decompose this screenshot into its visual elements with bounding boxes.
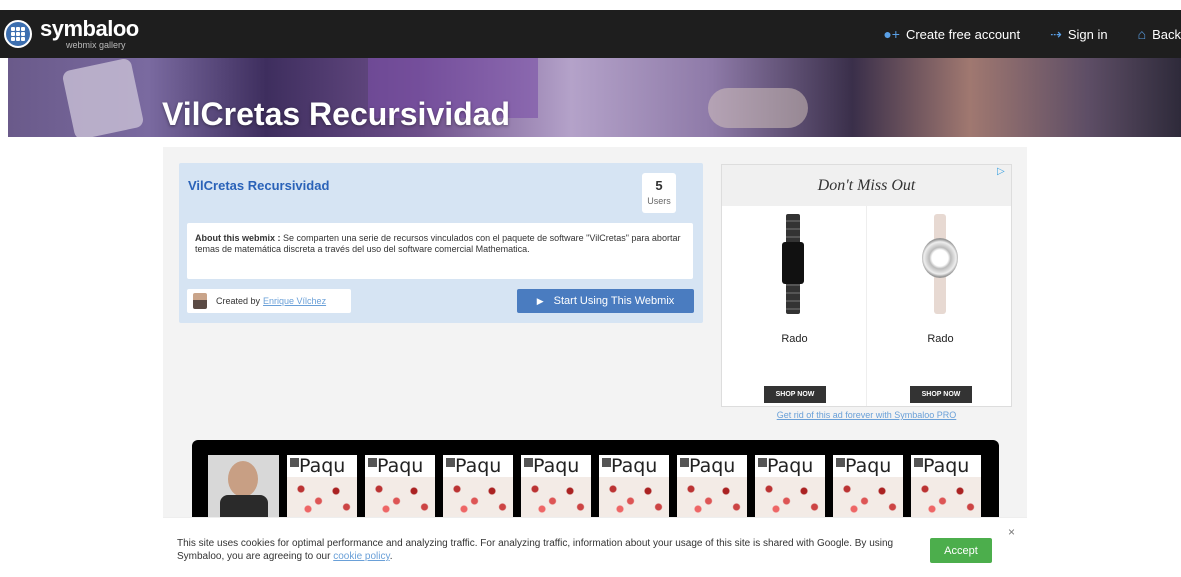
webmix-tile[interactable]: Paqu: [833, 455, 903, 517]
tile-graph-image: [365, 477, 435, 517]
create-account-label: Create free account: [905, 26, 1021, 42]
tile-file-icon: [758, 458, 767, 467]
watch-image-icon: [782, 214, 804, 314]
webmix-tile[interactable]: Paqu: [755, 455, 825, 517]
logo-name: symbaloo: [40, 16, 139, 41]
symbaloo-logo-icon: [4, 20, 32, 48]
ad-product-brand: Rado: [781, 333, 808, 345]
tile-file-icon: [680, 458, 689, 467]
webmix-tile[interactable]: Paqu: [365, 455, 435, 517]
tile-file-icon: [446, 458, 455, 467]
webmix-tile[interactable]: Paqu: [287, 455, 357, 517]
tile-label: Paqu: [377, 455, 424, 477]
created-by-label: Created by: [216, 296, 261, 306]
cookie-message: This site uses cookies for optimal perfo…: [177, 537, 907, 563]
creator-box: Created by Enrique Vílchez: [187, 289, 351, 313]
creator-link[interactable]: Enrique Vílchez: [263, 296, 326, 306]
sign-in-link[interactable]: ⇢ Sign in: [1050, 26, 1107, 43]
about-label: About this webmix :: [195, 233, 281, 243]
tile-graph-image: [443, 477, 513, 517]
tile-graph-image: [911, 477, 981, 517]
cookie-policy-link[interactable]: cookie policy: [333, 551, 390, 562]
page-title: VilCretas Recursividad: [162, 96, 511, 132]
users-label: Users: [647, 196, 671, 206]
webmix-info-card: VilCretas Recursividad 5 Users About thi…: [179, 163, 703, 323]
about-box: About this webmix : Se comparten una ser…: [187, 223, 693, 279]
tile-graph-image: [755, 477, 825, 517]
tile-graph-image: [833, 477, 903, 517]
tile-label: Paqu: [923, 455, 970, 477]
nav-links: ●+ Create free account ⇢ Sign in ⌂ Back: [853, 10, 1181, 58]
top-spacer: [0, 0, 1181, 10]
tile-graph-image: [521, 477, 591, 517]
shop-now-button[interactable]: SHOP NOW: [764, 386, 826, 403]
tile-label: Paqu: [299, 455, 346, 477]
banner-hand-image: [708, 88, 808, 128]
sign-in-icon: ⇢: [1050, 25, 1062, 42]
cookie-text: This site uses cookies for optimal perfo…: [177, 538, 894, 562]
back-link[interactable]: ⌂ Back: [1138, 26, 1181, 42]
webmix-tiles: Paqu Paqu Paqu Paqu Paqu Paqu Paqu Paqu Paqu: [192, 440, 999, 517]
remove-ad-link[interactable]: Get rid of this ad forever with Symbaloo…: [721, 410, 1012, 420]
create-account-link[interactable]: ●+ Create free account: [883, 26, 1020, 42]
accept-button[interactable]: Accept: [930, 538, 992, 563]
webmix-title: VilCretas Recursividad: [188, 178, 330, 193]
tile-graph-image: [677, 477, 747, 517]
tile-label: Paqu: [533, 455, 580, 477]
webmix-tile[interactable]: Paqu: [521, 455, 591, 517]
tile-file-icon: [836, 458, 845, 467]
webmix-tile[interactable]: Paqu: [599, 455, 669, 517]
ad-headline: Don't Miss Out: [722, 165, 1011, 206]
tile-file-icon: [914, 458, 923, 467]
start-using-label: Start Using This Webmix: [553, 295, 675, 307]
webmix-tile[interactable]: Paqu: [911, 455, 981, 517]
user-plus-icon: ●+: [883, 26, 900, 42]
users-count: 5: [655, 178, 663, 193]
ad-product-2[interactable]: Rado SHOP NOW: [868, 206, 1013, 406]
tile-graph-image: [287, 477, 357, 517]
ad-product-brand: Rado: [927, 333, 954, 345]
webmix-tile[interactable]: Paqu: [677, 455, 747, 517]
creator-photo-tile[interactable]: [208, 455, 279, 517]
page: symbaloo webmix gallery ●+ Create free a…: [0, 0, 1181, 577]
shop-now-button[interactable]: SHOP NOW: [910, 386, 972, 403]
ad-banner[interactable]: Don't Miss Out ▷ Rado SHOP NOW Rado SHOP…: [721, 164, 1012, 407]
logo-subtitle: webmix gallery: [66, 40, 126, 50]
cookie-banner: This site uses cookies for optimal perfo…: [163, 517, 1027, 577]
tile-graph-image: [599, 477, 669, 517]
play-icon: ▶: [536, 295, 544, 306]
webmix-tile[interactable]: Paqu: [443, 455, 513, 517]
back-label: Back: [1152, 26, 1181, 42]
ad-product-1[interactable]: Rado SHOP NOW: [722, 206, 867, 406]
cookie-text-end: .: [389, 551, 393, 562]
avatar: [193, 293, 207, 309]
navbar: symbaloo webmix gallery ●+ Create free a…: [0, 10, 1181, 58]
sign-in-label: Sign in: [1067, 26, 1108, 42]
hero-banner: VilCretas Recursividad: [8, 58, 1181, 137]
logo[interactable]: symbaloo webmix gallery: [4, 18, 139, 54]
ad-choices-icon[interactable]: ▷: [997, 166, 1009, 178]
users-badge: 5 Users: [642, 173, 676, 213]
tile-label: Paqu: [845, 455, 892, 477]
tile-label: Paqu: [767, 455, 814, 477]
watch-image-icon: [922, 214, 958, 314]
tile-file-icon: [602, 458, 611, 467]
tile-file-icon: [524, 458, 533, 467]
tile-label: Paqu: [689, 455, 736, 477]
start-using-button[interactable]: ▶ Start Using This Webmix: [517, 289, 694, 313]
tile-label: Paqu: [455, 455, 502, 477]
close-icon[interactable]: ×: [1008, 525, 1015, 539]
tile-file-icon: [290, 458, 299, 467]
home-icon: ⌂: [1137, 26, 1147, 42]
tile-file-icon: [368, 458, 377, 467]
banner-phone-image: [61, 58, 145, 137]
tile-label: Paqu: [611, 455, 658, 477]
